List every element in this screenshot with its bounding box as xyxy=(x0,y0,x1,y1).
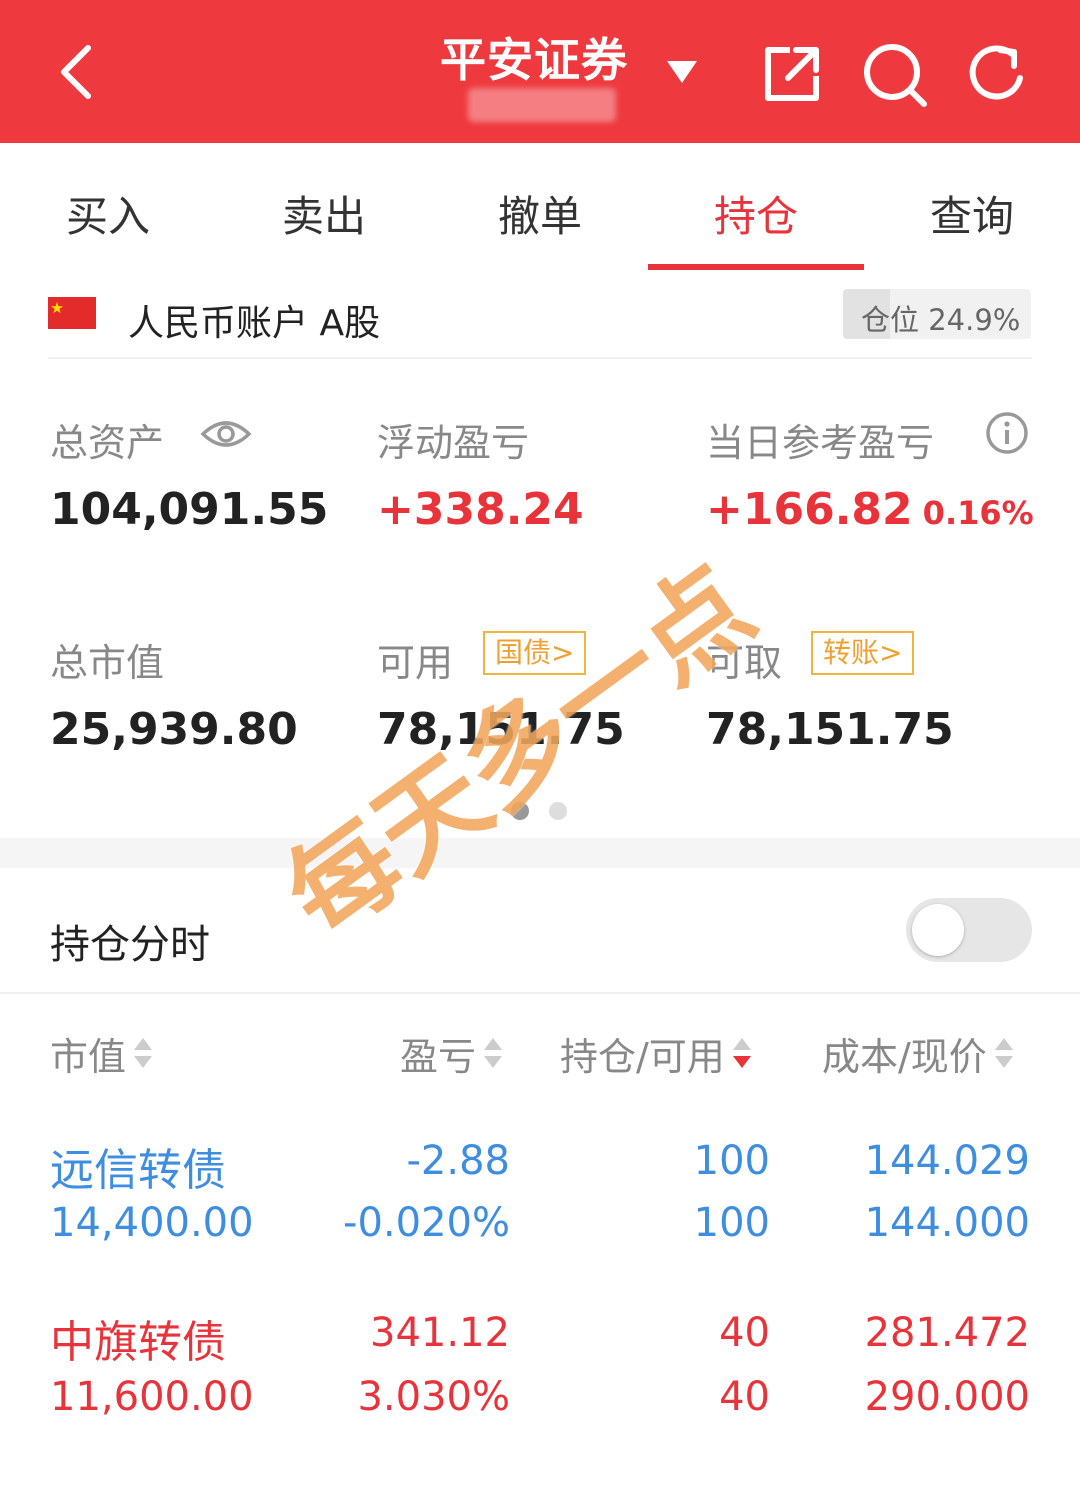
account-name-blurred xyxy=(468,88,616,122)
caret-down-icon[interactable] xyxy=(664,58,700,86)
security-name: 中旗转债 xyxy=(50,1317,226,1368)
active-tab-indicator xyxy=(648,264,864,270)
daily-pnl-pct: 0.16% xyxy=(922,494,1034,532)
pnl: 341.12 xyxy=(370,1310,510,1356)
holdings-timeshare-label: 持仓分时 xyxy=(50,922,210,968)
daily-pnl-value: +166.82 0.16% xyxy=(706,484,1034,535)
position-ratio-text: 仓位 24.9% xyxy=(861,303,1021,337)
market-value: 11,600.00 xyxy=(50,1374,254,1420)
current-price: 144.000 xyxy=(864,1200,1030,1246)
sort-desc-icon xyxy=(731,1036,753,1072)
sort-icon xyxy=(993,1036,1015,1072)
sort-icon xyxy=(482,1036,504,1072)
position-ratio-badge: 仓位 24.9% xyxy=(843,289,1031,339)
col-market-value[interactable]: 市值 xyxy=(50,1026,154,1081)
current-price: 290.000 xyxy=(864,1374,1030,1420)
col-pnl-label: 盈亏 xyxy=(400,1035,477,1079)
available-qty: 40 xyxy=(719,1374,770,1420)
watermark-text: 每天多一点 xyxy=(264,542,776,962)
col-cost-price[interactable]: 成本/现价 xyxy=(822,1026,1015,1081)
transfer-link-tag[interactable]: 转账> xyxy=(811,631,915,675)
col-cost-price-label: 成本/现价 xyxy=(822,1035,987,1079)
divider xyxy=(0,992,1080,994)
search-icon[interactable] xyxy=(860,40,930,110)
broker-title[interactable]: 平安证券 xyxy=(440,24,628,90)
withdrawable-value: 78,151.75 xyxy=(706,704,954,755)
holding-qty: 100 xyxy=(693,1138,770,1184)
trade-tabs: 买入 卖出 撤单 持仓 查询 xyxy=(0,143,1080,271)
table-row[interactable]: 远信转债 14,400.00 -2.88 -0.020% 100 100 144… xyxy=(0,1120,1080,1260)
market-value-value: 25,939.80 xyxy=(50,704,298,755)
section-separator xyxy=(0,838,1080,868)
tab-holdings[interactable]: 持仓 xyxy=(648,183,864,244)
tab-query[interactable]: 查询 xyxy=(864,183,1080,244)
china-flag-icon xyxy=(48,297,96,329)
col-holding-available-label: 持仓/可用 xyxy=(560,1035,725,1079)
col-market-value-label: 市值 xyxy=(50,1035,127,1079)
tab-cancel[interactable]: 撤单 xyxy=(432,183,648,244)
toggle-knob xyxy=(912,904,964,956)
cost-price: 281.472 xyxy=(864,1310,1030,1356)
floating-pnl-label: 浮动盈亏 xyxy=(377,421,530,465)
col-holding-available[interactable]: 持仓/可用 xyxy=(560,1026,753,1081)
pnl-pct: -0.020% xyxy=(343,1200,510,1246)
floating-pnl-value: +338.24 xyxy=(377,484,584,535)
market-value-label: 总市值 xyxy=(50,641,165,685)
eye-icon[interactable] xyxy=(200,414,252,454)
total-assets-label: 总资产 xyxy=(50,421,165,465)
chevron-left-icon[interactable] xyxy=(52,40,104,104)
security-name: 远信转债 xyxy=(50,1145,226,1196)
share-icon[interactable] xyxy=(760,42,824,106)
col-pnl[interactable]: 盈亏 xyxy=(400,1026,504,1081)
sort-icon xyxy=(132,1036,154,1072)
holding-qty: 40 xyxy=(719,1310,770,1356)
cost-price: 144.029 xyxy=(864,1138,1030,1184)
pnl-pct: 3.030% xyxy=(357,1374,510,1420)
pnl: -2.88 xyxy=(406,1138,511,1184)
info-icon[interactable] xyxy=(984,410,1030,456)
daily-pnl-amount: +166.82 xyxy=(706,484,913,535)
tab-buy[interactable]: 买入 xyxy=(0,183,216,244)
top-bar: 平安证券 xyxy=(0,0,1080,143)
market-value: 14,400.00 xyxy=(50,1200,254,1246)
account-type-label[interactable]: 人民币账户 A股 xyxy=(128,294,380,346)
refresh-icon[interactable] xyxy=(964,40,1030,106)
total-assets-value: 104,091.55 xyxy=(50,484,329,535)
divider xyxy=(48,357,1032,359)
available-label: 可用 xyxy=(377,641,454,685)
tab-sell[interactable]: 卖出 xyxy=(216,183,432,244)
holdings-timeshare-toggle[interactable] xyxy=(906,898,1032,962)
table-row[interactable]: 中旗转债 11,600.00 341.12 3.030% 40 40 281.4… xyxy=(0,1292,1080,1432)
available-qty: 100 xyxy=(693,1200,770,1246)
daily-pnl-label: 当日参考盈亏 xyxy=(706,421,935,465)
